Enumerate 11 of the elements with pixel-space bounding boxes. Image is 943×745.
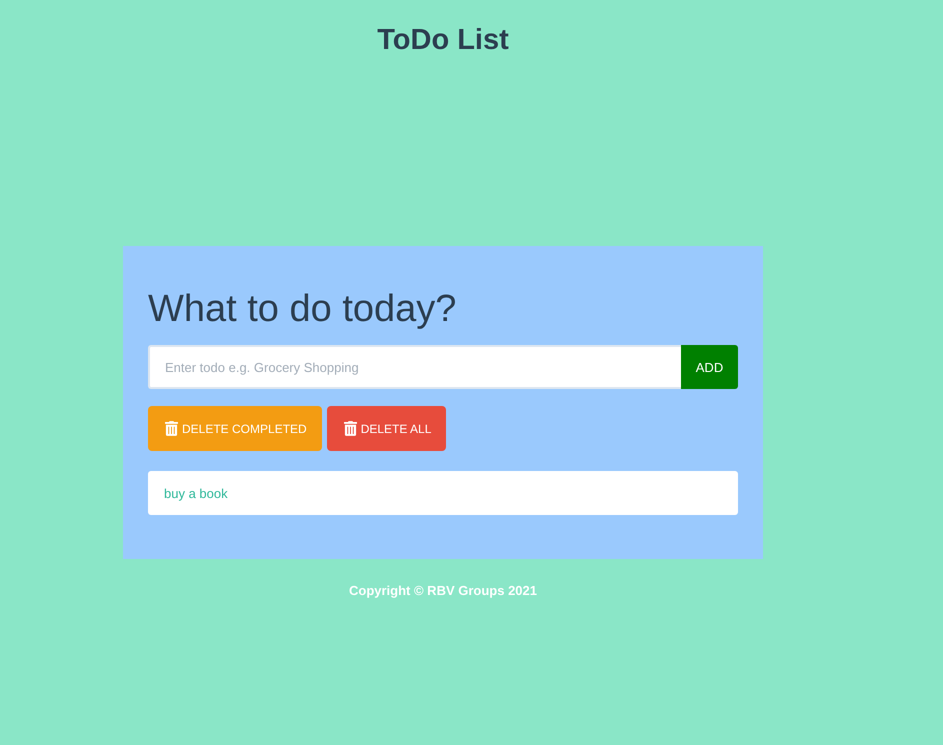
trash-icon <box>344 421 357 436</box>
trash-icon <box>165 421 178 436</box>
todo-item[interactable]: buy a book <box>148 471 738 515</box>
todo-text: buy a book <box>164 486 228 500</box>
page-title: ToDo List <box>377 23 509 58</box>
delete-all-button[interactable]: DELETE ALL <box>326 406 446 451</box>
todo-input-field[interactable]: Enter todo e.g. Grocery Shopping <box>148 345 681 389</box>
card-heading: What to do today? <box>148 288 458 330</box>
copyright-text: Copyright © RBV Groups 2021 <box>349 582 537 600</box>
add-button[interactable]: ADD <box>681 345 738 389</box>
delete-completed-button[interactable]: DELETE COMPLETED <box>148 406 322 451</box>
